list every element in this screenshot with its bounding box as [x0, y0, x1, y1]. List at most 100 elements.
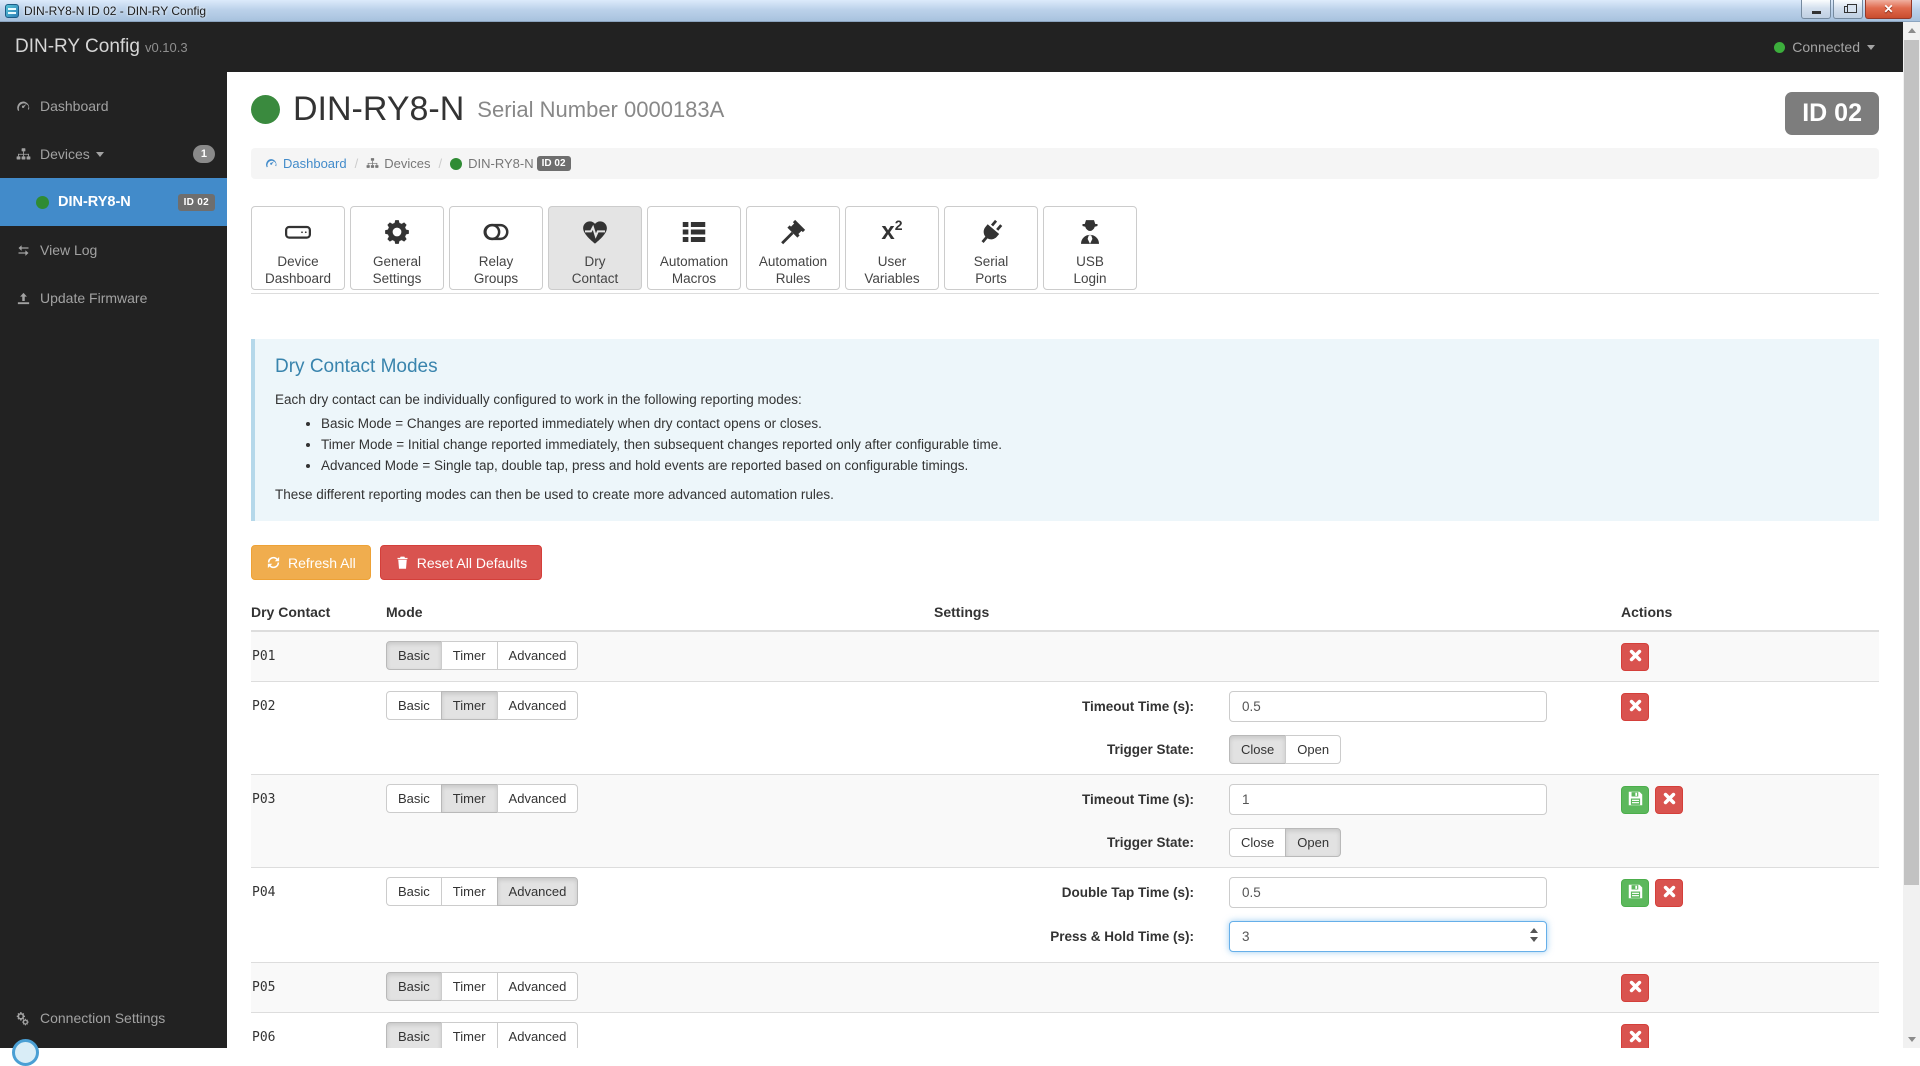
mode-timer-button[interactable]: Timer [441, 877, 498, 906]
info-bullet: Basic Mode = Changes are reported immedi… [321, 416, 1859, 431]
delete-button[interactable] [1621, 693, 1649, 721]
tab-device-dashboard[interactable]: DeviceDashboard [251, 206, 345, 290]
mode-advanced-button[interactable]: Advanced [497, 877, 579, 906]
double-tap-time-input[interactable] [1229, 877, 1547, 908]
dry-contact-name: P01 [251, 641, 386, 671]
scrollbar[interactable] [1903, 22, 1920, 1048]
page-title: DIN-RY8-N [293, 90, 464, 129]
trigger-state-open-button[interactable]: Open [1285, 735, 1341, 764]
close-icon: ✕ [1883, 2, 1893, 16]
delete-button[interactable] [1621, 974, 1649, 1002]
press-hold-time-label: Press & Hold Time (s): [934, 929, 1194, 944]
delete-button[interactable] [1621, 1024, 1649, 1048]
tab-automation-macros[interactable]: AutomationMacros [647, 206, 741, 290]
connection-settings-label: Connection Settings [40, 1010, 165, 1026]
trigger-state-close-button[interactable]: Close [1229, 828, 1286, 857]
gavel-icon [778, 214, 808, 250]
tab-relay-groups[interactable]: RelayGroups [449, 206, 543, 290]
sidebar-item-connection-settings[interactable]: Connection Settings [0, 1002, 227, 1034]
refresh-icon [266, 555, 281, 570]
tab-serial-ports[interactable]: SerialPorts [944, 206, 1038, 290]
dashboard-icon [14, 99, 32, 114]
sidebar-item-update-firmware[interactable]: Update Firmware [0, 274, 227, 322]
tab-automation-rules[interactable]: AutomationRules [746, 206, 840, 290]
sidebar-item-view-log[interactable]: View Log [0, 226, 227, 274]
sidebar-item-dashboard[interactable]: Dashboard [0, 82, 227, 130]
column-header-dry-contact: Dry Contact [251, 604, 386, 620]
sidebar-item-devices[interactable]: Devices 1 [0, 130, 227, 178]
scroll-down-arrow[interactable] [1903, 1031, 1920, 1048]
timeout-time-input[interactable] [1229, 691, 1547, 722]
mode-timer-button[interactable]: Timer [441, 691, 498, 720]
app-brand: DIN-RY Configv0.10.3 [0, 36, 188, 58]
save-button[interactable] [1621, 786, 1649, 814]
breadcrumb-link-dashboard[interactable]: Dashboard [265, 156, 347, 171]
row-actions [1621, 877, 1879, 952]
help-bubble[interactable] [12, 1039, 39, 1066]
info-panel-outro: These different reporting modes can then… [275, 487, 1859, 502]
mode-advanced-button[interactable]: Advanced [497, 691, 579, 720]
scrollbar-thumb[interactable] [1904, 40, 1919, 885]
main-content: DIN-RY8-N Serial Number 0000183A ID 02 D… [227, 72, 1903, 1048]
mode-toggle-group: BasicTimerAdvanced [386, 972, 578, 1001]
trigger-state-label: Trigger State: [934, 835, 1194, 850]
mode-timer-button[interactable]: Timer [441, 972, 498, 1001]
mode-basic-button[interactable]: Basic [386, 691, 442, 720]
sidebar-item-label: DIN-RY8-N [58, 194, 131, 210]
connection-status-dropdown[interactable]: Connected [1774, 39, 1903, 55]
sidebar-item-din-ry8-n[interactable]: DIN-RY8-N ID 02 [0, 178, 227, 226]
refresh-all-button[interactable]: Refresh All [251, 545, 371, 580]
press-hold-time-input[interactable] [1229, 921, 1547, 952]
restore-button[interactable] [1833, 0, 1863, 19]
delete-button[interactable] [1621, 643, 1649, 671]
save-button[interactable] [1621, 879, 1649, 907]
exchange-icon [14, 243, 32, 258]
mode-advanced-button[interactable]: Advanced [497, 1022, 579, 1048]
app-header: DIN-RY Configv0.10.3 Connected [0, 22, 1903, 72]
info-panel-title: Dry Contact Modes [275, 356, 1859, 378]
sidebar-id-badge: ID 02 [178, 194, 215, 211]
mode-advanced-button[interactable]: Advanced [497, 641, 579, 670]
timeout-time-label: Timeout Time (s): [934, 699, 1194, 714]
tab-usb-login[interactable]: USBLogin [1043, 206, 1137, 290]
tab-label: DeviceDashboard [265, 253, 331, 287]
mode-timer-button[interactable]: Timer [441, 641, 498, 670]
timeout-time-input[interactable] [1229, 784, 1547, 815]
mode-basic-button[interactable]: Basic [386, 972, 442, 1001]
tab-general-settings[interactable]: GeneralSettings [350, 206, 444, 290]
number-spinner[interactable] [1530, 928, 1538, 942]
minimize-button[interactable] [1801, 0, 1831, 19]
mode-timer-button[interactable]: Timer [441, 1022, 498, 1048]
mode-advanced-button[interactable]: Advanced [497, 972, 579, 1001]
sitemap-icon [366, 157, 379, 170]
delete-button[interactable] [1655, 786, 1683, 814]
tab-label: RelayGroups [474, 253, 518, 287]
column-header-mode: Mode [386, 604, 934, 620]
mode-toggle-group: BasicTimerAdvanced [386, 691, 578, 720]
delete-button[interactable] [1655, 879, 1683, 907]
trigger-state-open-button[interactable]: Open [1285, 828, 1341, 857]
mode-basic-button[interactable]: Basic [386, 1022, 442, 1048]
reset-all-defaults-button[interactable]: Reset All Defaults [380, 545, 543, 580]
tab-user-variables[interactable]: x2 UserVariables [845, 206, 939, 290]
tab-dry-contact[interactable]: DryContact [548, 206, 642, 290]
app-window-icon [5, 4, 19, 18]
info-bullet: Timer Mode = Initial change reported imm… [321, 437, 1859, 452]
mode-basic-button[interactable]: Basic [386, 641, 442, 670]
trigger-state-close-button[interactable]: Close [1229, 735, 1286, 764]
scroll-up-arrow[interactable] [1903, 22, 1920, 39]
mode-toggle-group: BasicTimerAdvanced [386, 1022, 578, 1048]
mode-timer-button[interactable]: Timer [441, 784, 498, 813]
mode-advanced-button[interactable]: Advanced [497, 784, 579, 813]
mode-basic-button[interactable]: Basic [386, 784, 442, 813]
mode-toggle-group: BasicTimerAdvanced [386, 641, 578, 670]
sidebar-footer: Connection Settings [0, 1002, 227, 1034]
upload-icon [14, 291, 32, 306]
floppy-icon [1626, 789, 1645, 811]
mode-basic-button[interactable]: Basic [386, 877, 442, 906]
gears-icon [14, 1010, 32, 1026]
mode-toggle-group: BasicTimerAdvanced [386, 784, 578, 813]
connection-status-label: Connected [1792, 39, 1860, 55]
close-button[interactable]: ✕ [1865, 0, 1912, 19]
table-row-p06: P06 BasicTimerAdvanced [251, 1013, 1879, 1048]
